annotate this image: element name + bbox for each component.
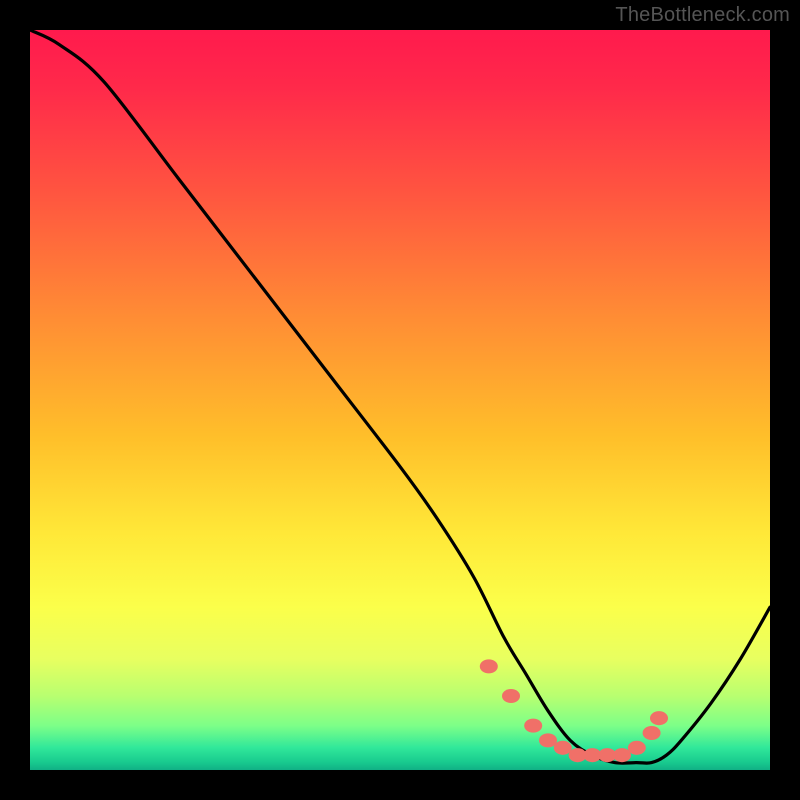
bottleneck-curve <box>30 30 770 763</box>
curve-marker <box>643 726 661 740</box>
curve-marker <box>628 741 646 755</box>
watermark-label: TheBottleneck.com <box>615 4 790 27</box>
curve-marker <box>480 659 498 673</box>
curve-marker <box>524 719 542 733</box>
plot-area <box>30 30 770 770</box>
curve-marker <box>650 711 668 725</box>
curve-marker <box>554 741 572 755</box>
curve-svg <box>30 30 770 770</box>
curve-markers <box>480 659 668 762</box>
curve-marker <box>613 748 631 762</box>
curve-marker <box>502 689 520 703</box>
curve-marker <box>539 733 557 747</box>
chart-frame: TheBottleneck.com <box>0 0 800 800</box>
